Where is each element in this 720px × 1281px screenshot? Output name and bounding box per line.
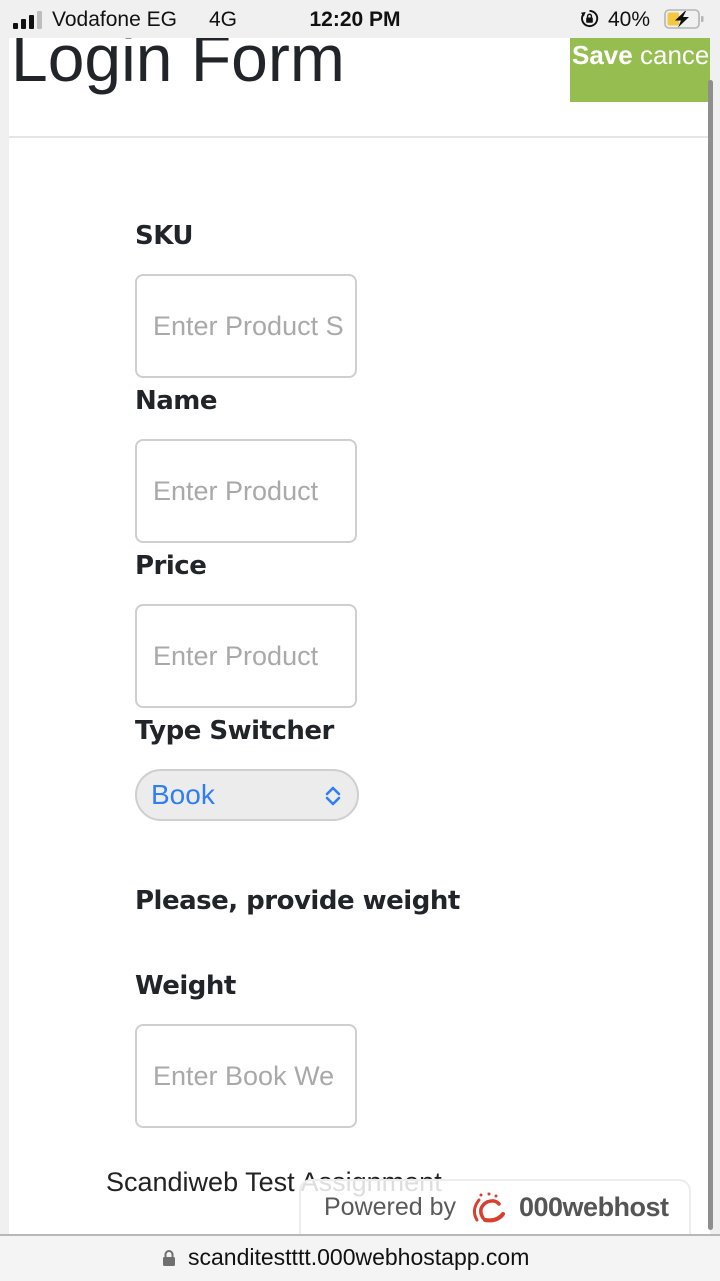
weight-field[interactable] (135, 1024, 357, 1128)
browser-url-bar[interactable]: scanditestttt.000webhostapp.com (0, 1234, 720, 1281)
type-switcher-select[interactable]: Book (135, 769, 359, 821)
battery-charging-icon (664, 9, 704, 29)
powered-by-badge[interactable]: Powered by 000webhost (299, 1179, 691, 1234)
name-input[interactable] (137, 441, 355, 541)
name-field[interactable] (135, 439, 357, 543)
battery-percent: 40% (608, 8, 651, 31)
orientation-lock-icon (580, 9, 599, 28)
sku-input[interactable] (137, 276, 355, 376)
webhost-brand: 000webhost (519, 1192, 669, 1222)
type-switcher-label: Type Switcher (135, 716, 334, 746)
header-divider (9, 136, 710, 138)
price-input[interactable] (137, 606, 355, 706)
status-bar: Vodafone EG 4G 12:20 PM 40% (0, 0, 720, 38)
webhost-logo-icon (472, 1192, 505, 1223)
lock-icon (163, 1250, 175, 1266)
page-title: Login Form (11, 38, 345, 95)
header-actions: Save cancel (570, 38, 710, 102)
cancel-button[interactable]: cancel (640, 40, 710, 71)
url-text: scanditestttt.000webhostapp.com (188, 1244, 530, 1270)
save-button[interactable]: Save (572, 40, 633, 71)
name-label: Name (135, 386, 218, 416)
type-switcher-value: Book (151, 779, 215, 810)
powered-by-label: Powered by (324, 1193, 457, 1221)
sku-label: SKU (135, 221, 194, 251)
price-field[interactable] (135, 604, 357, 708)
weight-input[interactable] (137, 1026, 355, 1126)
clock: 12:20 PM (309, 8, 401, 31)
page-scrollbar[interactable] (708, 80, 713, 1230)
weight-instruction: Please, provide weight (135, 886, 460, 916)
chevron-up-down-icon (325, 786, 341, 806)
sku-field[interactable] (135, 274, 357, 378)
page-content: Login Form Save cancel SKU Name Price Ty… (9, 38, 710, 1234)
weight-label: Weight (135, 971, 236, 1001)
price-label: Price (135, 551, 207, 581)
